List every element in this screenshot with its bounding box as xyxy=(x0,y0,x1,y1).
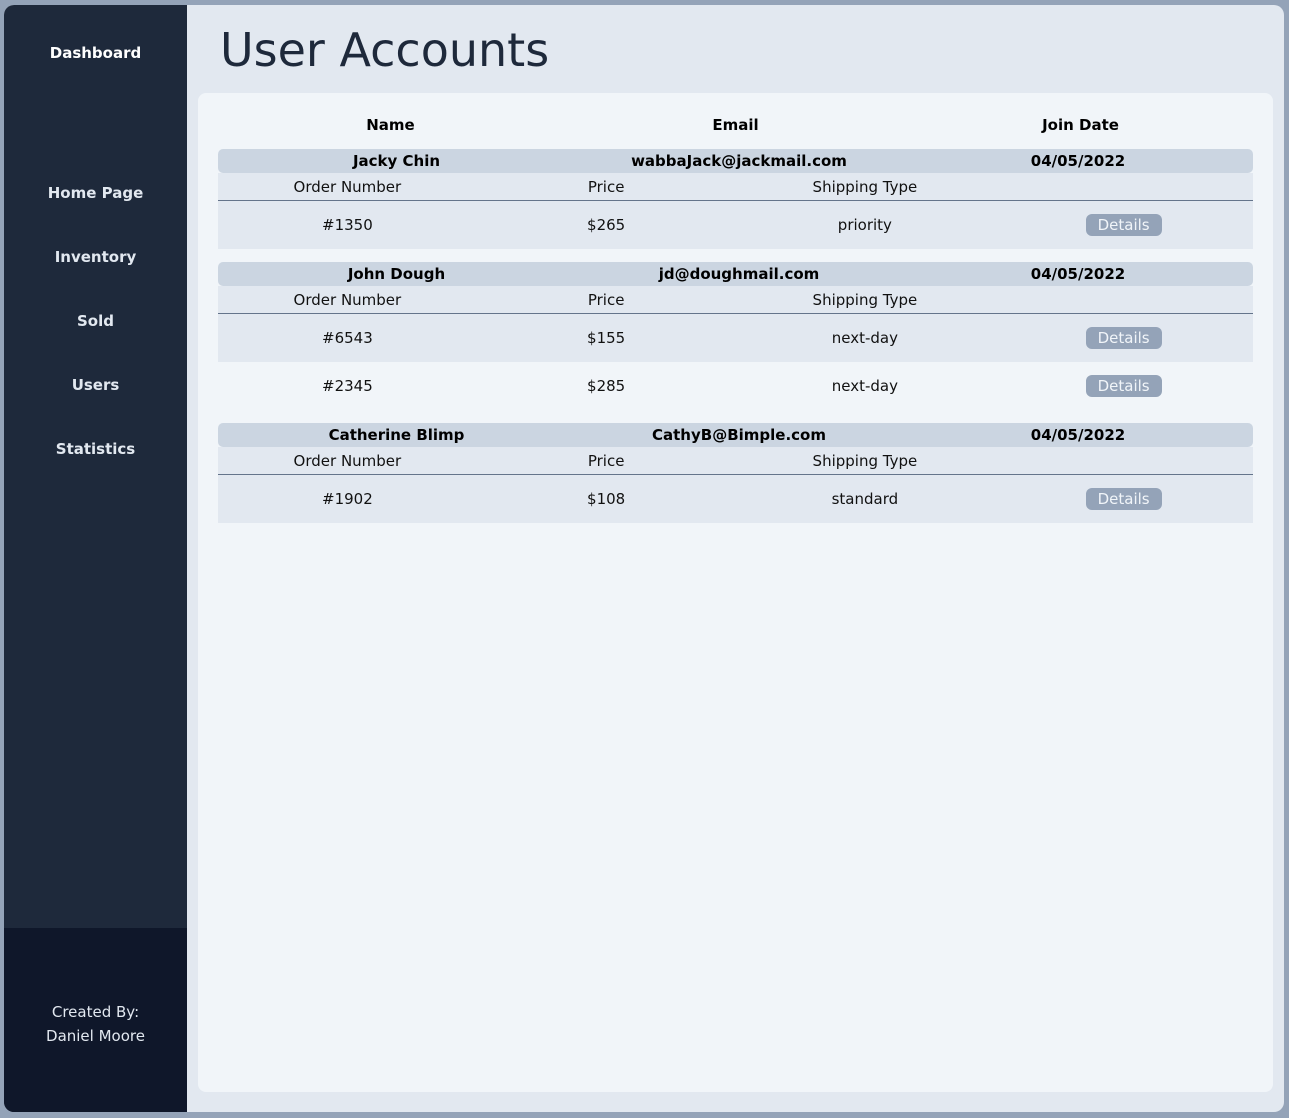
user-row: Jacky Chin wabbaJack@jackmail.com 04/05/… xyxy=(218,149,1253,173)
details-button[interactable]: Details xyxy=(1085,214,1162,236)
header-join-date: Join Date xyxy=(1042,116,1119,134)
order-shipping-type: priority xyxy=(837,216,892,234)
sidebar: Dashboard Home Page Inventory Sold Users… xyxy=(4,5,187,1112)
order-actions: Details xyxy=(994,327,1253,349)
orders-header: Order Number Price Shipping Type xyxy=(218,173,1253,201)
footer-created-by: Created By: xyxy=(51,1003,140,1021)
order-price: $265 xyxy=(587,216,626,234)
order-price: $285 xyxy=(587,377,626,395)
app-window: Dashboard Home Page Inventory Sold Users… xyxy=(4,5,1284,1112)
details-button[interactable]: Details xyxy=(1085,488,1162,510)
header-email: Email xyxy=(712,116,759,134)
user-block: John Dough jd@doughmail.com 04/05/2022 O… xyxy=(218,262,1253,410)
sidebar-item-sold[interactable]: Sold xyxy=(4,312,187,376)
details-button[interactable]: Details xyxy=(1085,375,1162,397)
order-number: #6543 xyxy=(322,329,373,347)
footer-author: Daniel Moore xyxy=(46,1027,145,1045)
user-row: Catherine Blimp CathyB@Bimple.com 04/05/… xyxy=(218,423,1253,447)
orders-header-order-number: Order Number xyxy=(293,290,402,309)
user-email: wabbaJack@jackmail.com xyxy=(631,152,847,170)
order-row: #1350 $265 priority Details xyxy=(218,201,1253,249)
sidebar-item-users[interactable]: Users xyxy=(4,376,187,440)
order-row: #6543 $155 next-day Details xyxy=(218,314,1253,362)
order-number: #1902 xyxy=(322,490,373,508)
order-row: #1902 $108 standard Details xyxy=(218,475,1253,523)
order-actions: Details xyxy=(994,375,1253,397)
user-email: CathyB@Bimple.com xyxy=(652,426,826,444)
user-email: jd@doughmail.com xyxy=(658,265,820,283)
header-name: Name xyxy=(366,116,415,134)
user-row: John Dough jd@doughmail.com 04/05/2022 xyxy=(218,262,1253,286)
user-join-date: 04/05/2022 xyxy=(1030,265,1126,283)
sidebar-nav: Home Page Inventory Sold Users Statistic… xyxy=(4,184,187,504)
sidebar-footer: Created By: Daniel Moore xyxy=(4,928,187,1112)
orders-header: Order Number Price Shipping Type xyxy=(218,447,1253,475)
sidebar-item-inventory[interactable]: Inventory xyxy=(4,248,187,312)
orders-header-price: Price xyxy=(587,177,625,196)
orders-header: Order Number Price Shipping Type xyxy=(218,286,1253,314)
order-shipping-type: next-day xyxy=(831,377,898,395)
order-actions: Details xyxy=(994,488,1253,510)
details-button[interactable]: Details xyxy=(1085,327,1162,349)
user-join-date: 04/05/2022 xyxy=(1030,426,1126,444)
user-block: Jacky Chin wabbaJack@jackmail.com 04/05/… xyxy=(218,149,1253,249)
main-content: User Accounts Name Email Join Date Jacky… xyxy=(187,5,1284,1112)
user-name: Catherine Blimp xyxy=(328,426,465,444)
user-join-date: 04/05/2022 xyxy=(1030,152,1126,170)
order-shipping-type: standard xyxy=(831,490,899,508)
orders-header-price: Price xyxy=(587,290,625,309)
user-accounts-panel: Name Email Join Date Jacky Chin wabbaJac… xyxy=(198,93,1273,1092)
orders-header-shipping-type: Shipping Type xyxy=(812,290,918,309)
page-title: User Accounts xyxy=(220,23,550,77)
orders-header-shipping-type: Shipping Type xyxy=(812,451,918,470)
order-number: #2345 xyxy=(322,377,373,395)
order-price: $108 xyxy=(587,490,626,508)
user-block: Catherine Blimp CathyB@Bimple.com 04/05/… xyxy=(218,423,1253,523)
sidebar-top: Dashboard Home Page Inventory Sold Users… xyxy=(4,5,187,928)
orders-header-order-number: Order Number xyxy=(293,177,402,196)
order-shipping-type: next-day xyxy=(831,329,898,347)
order-actions: Details xyxy=(994,214,1253,236)
order-number: #1350 xyxy=(322,216,373,234)
users-table-header: Name Email Join Date xyxy=(218,93,1253,149)
order-price: $155 xyxy=(587,329,626,347)
orders-header-order-number: Order Number xyxy=(293,451,402,470)
orders-header-shipping-type: Shipping Type xyxy=(812,177,918,196)
sidebar-item-home-page[interactable]: Home Page xyxy=(4,184,187,248)
sidebar-brand-dashboard[interactable]: Dashboard xyxy=(4,44,187,62)
user-name: Jacky Chin xyxy=(352,152,441,170)
orders-header-price: Price xyxy=(587,451,625,470)
sidebar-item-statistics[interactable]: Statistics xyxy=(4,440,187,504)
user-name: John Dough xyxy=(347,265,446,283)
order-row: #2345 $285 next-day Details xyxy=(218,362,1253,410)
